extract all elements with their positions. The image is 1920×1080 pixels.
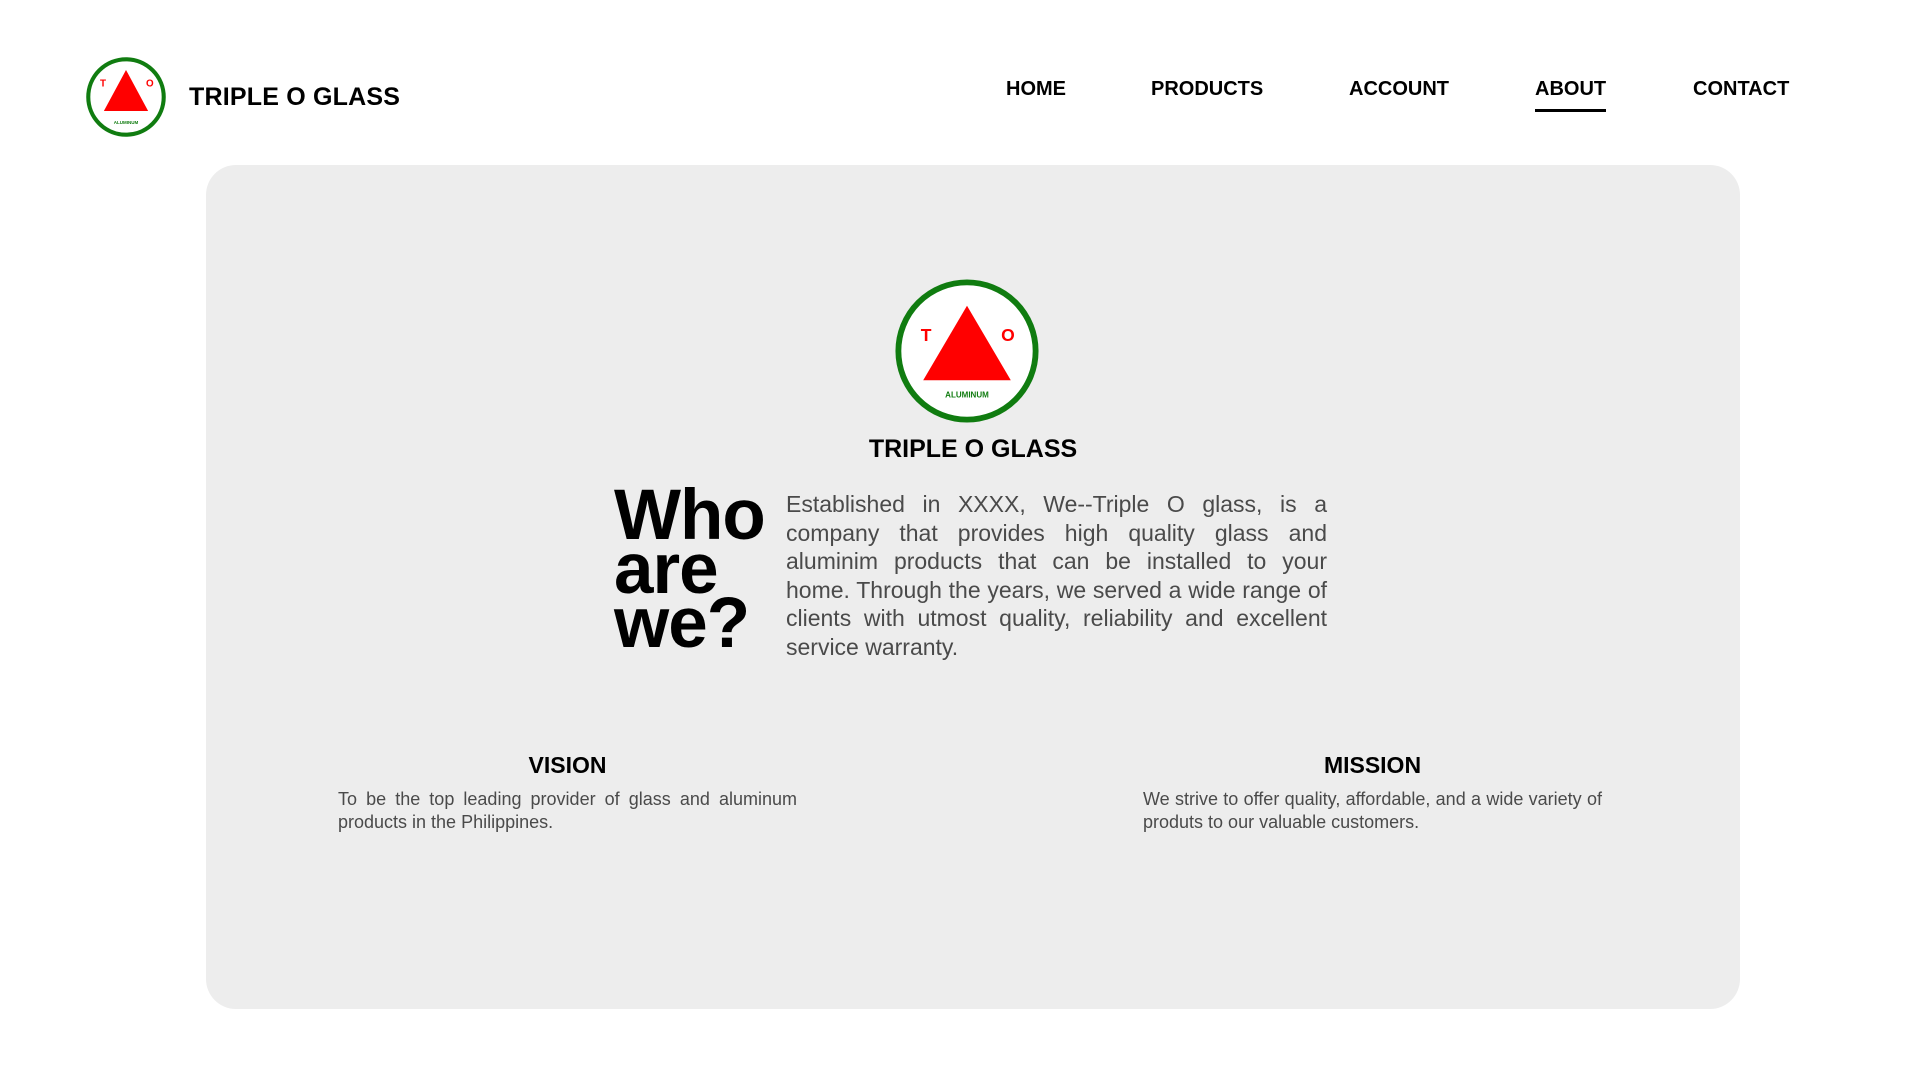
about-card: T O ALUMINUM TRIPLE O GLASS Who are we? … xyxy=(206,165,1740,1009)
main-nav: HOME PRODUCTS ACCOUNT ABOUT CONTACT xyxy=(0,78,1920,118)
company-logo-large-icon: T O ALUMINUM xyxy=(895,279,1039,423)
about-description: Established in XXXX, We--Triple O glass,… xyxy=(786,491,1327,660)
heading-line: we? xyxy=(614,584,750,663)
nav-item-about[interactable]: ABOUT xyxy=(1535,78,1607,112)
svg-text:O: O xyxy=(1001,325,1015,345)
site-header: T O ALUMINUM TRIPLE O GLASS HOME PRODUCT… xyxy=(0,0,1920,165)
vision-text: To be the top leading provider of glass … xyxy=(338,789,797,832)
vision-title: VISION xyxy=(528,752,607,778)
nav-item-contact[interactable]: CONTACT xyxy=(1693,78,1789,101)
mission-section: MISSION We strive to offer quality, affo… xyxy=(1143,752,1602,834)
svg-text:ALUMINUM: ALUMINUM xyxy=(945,391,989,400)
mission-text: We strive to offer quality, affordable, … xyxy=(1143,789,1602,832)
svg-text:ALUMINUM: ALUMINUM xyxy=(114,120,139,125)
svg-text:T: T xyxy=(921,325,932,345)
nav-item-home[interactable]: HOME xyxy=(1006,78,1066,101)
vision-section: VISION To be the top leading provider of… xyxy=(338,752,797,834)
who-are-we-heading: Who are we? xyxy=(614,480,774,663)
nav-item-account[interactable]: ACCOUNT xyxy=(1349,78,1449,101)
nav-item-products[interactable]: PRODUCTS xyxy=(1151,78,1263,101)
mission-title: MISSION xyxy=(1323,752,1422,778)
company-name-heading: TRIPLE O GLASS xyxy=(868,435,1078,463)
